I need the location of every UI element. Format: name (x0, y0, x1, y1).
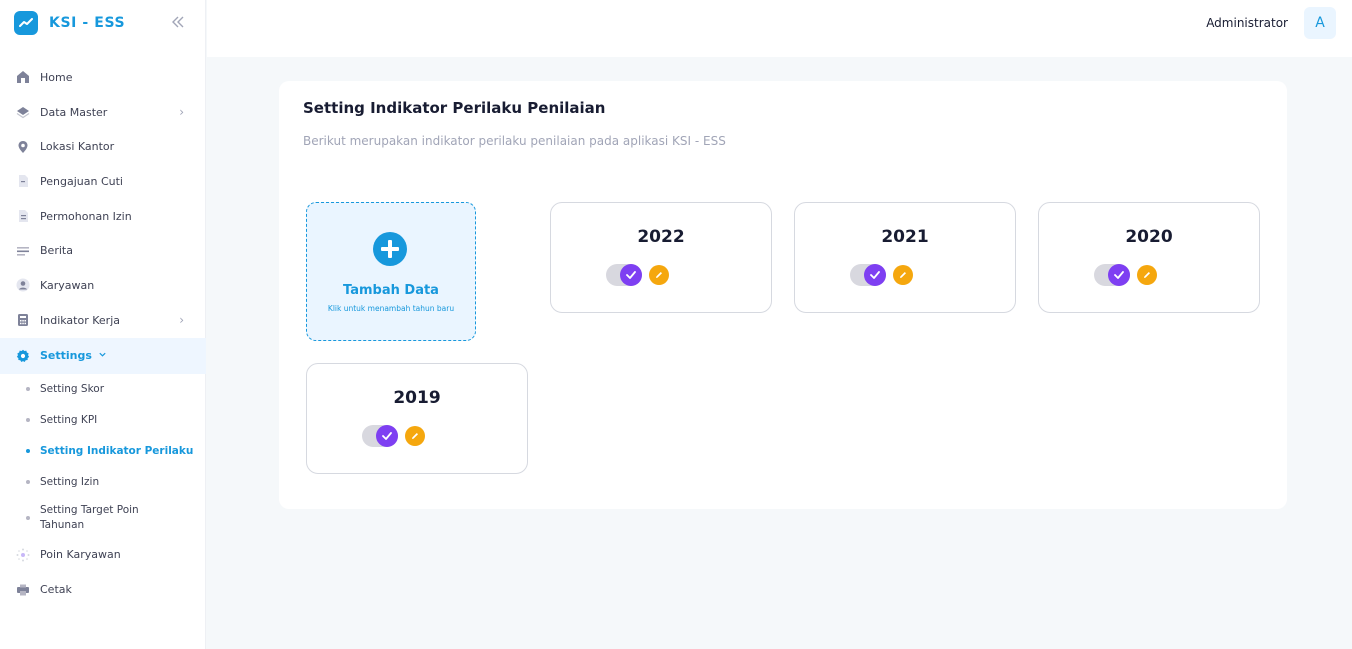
brand: KSI - ESS (0, 0, 205, 46)
add-data-label: Tambah Data (343, 283, 439, 298)
edit-pencil-icon[interactable] (1137, 265, 1157, 285)
sidebar-item-label: Indikator Kerja (40, 313, 120, 327)
submenu-label: Setting KPI (40, 414, 98, 426)
add-data-hint: Klik untuk menambah tahun baru (327, 304, 455, 313)
edit-pencil-icon[interactable] (405, 426, 425, 446)
year-card: 2019 (306, 363, 528, 474)
chevron-right-icon: › (179, 105, 184, 120)
edit-pencil-icon[interactable] (893, 265, 913, 285)
sidebar-item-data-master[interactable]: Data Master › (0, 95, 206, 130)
sidebar-item-permohonan-izin[interactable]: Permohonan Izin (0, 199, 206, 234)
active-toggle[interactable] (850, 264, 886, 286)
sidebar-item-label: Berita (40, 244, 73, 258)
user-avatar-icon (16, 278, 30, 292)
submenu-label: Setting Target Poin Tahunan (40, 503, 139, 531)
news-lines-icon (16, 244, 30, 258)
year-card: 2022 (550, 202, 772, 313)
edit-pencil-icon[interactable] (649, 265, 669, 285)
sidebar-item-label: Pengajuan Cuti (40, 174, 123, 188)
document-text-icon (16, 209, 30, 223)
brand-logo-icon (14, 11, 38, 35)
sidebar-item-lokasi-kantor[interactable]: Lokasi Kantor (0, 129, 206, 164)
location-pin-icon (16, 140, 30, 154)
sidebar-item-settings[interactable]: Settings (0, 337, 206, 374)
sidebar-item-label: Data Master (40, 105, 108, 119)
page-subtitle: Berikut merupakan indikator perilaku pen… (303, 134, 726, 148)
sidebar-item-home[interactable]: Home (0, 60, 206, 95)
sidebar-item-label: Cetak (40, 583, 72, 597)
check-icon (864, 264, 886, 286)
sidebar-item-label: Permohonan Izin (40, 209, 132, 223)
submenu-label: Setting Indikator Perilaku (40, 445, 194, 457)
year-card: 2021 (794, 202, 1016, 313)
add-year-card[interactable]: Tambah Data Klik untuk menambah tahun ba… (306, 202, 476, 341)
year-card: 2020 (1038, 202, 1260, 313)
active-toggle[interactable] (606, 264, 642, 286)
submenu-setting-target-poin-tahunan[interactable]: Setting Target Poin Tahunan (0, 498, 206, 538)
content-card: Setting Indikator Perilaku Penilaian Ber… (279, 81, 1287, 509)
sidebar-item-label: Poin Karyawan (40, 548, 121, 562)
sidebar-item-label: Settings (40, 349, 92, 362)
calculator-icon (16, 313, 30, 327)
avatar[interactable]: A (1304, 7, 1336, 39)
sidebar-item-label: Karyawan (40, 278, 95, 292)
printer-icon (16, 583, 30, 597)
active-toggle[interactable] (1094, 264, 1130, 286)
sidebar-item-poin-karyawan[interactable]: Poin Karyawan (0, 538, 206, 573)
sidebar-item-berita[interactable]: Berita (0, 233, 206, 268)
brand-name: KSI - ESS (49, 15, 126, 31)
submenu-setting-indikator-perilaku[interactable]: Setting Indikator Perilaku (0, 436, 206, 467)
sidebar-item-label: Home (40, 70, 73, 84)
year-title: 2022 (637, 227, 685, 247)
check-icon (620, 264, 642, 286)
sidebar: KSI - ESS Home Data Master › Lokasi Kant… (0, 0, 206, 649)
submenu-setting-kpi[interactable]: Setting KPI (0, 405, 206, 436)
sidebar-item-indikator-kerja[interactable]: Indikator Kerja › (0, 303, 206, 338)
document-icon (16, 174, 30, 188)
chevron-right-icon: › (179, 313, 184, 328)
submenu-label: Setting Izin (40, 476, 100, 488)
sidebar-item-label: Lokasi Kantor (40, 140, 115, 154)
gear-icon (16, 349, 30, 363)
submenu-setting-izin[interactable]: Setting Izin (0, 467, 206, 498)
year-title: 2020 (1125, 227, 1173, 247)
user-name[interactable]: Administrator (1206, 16, 1288, 30)
page-title: Setting Indikator Perilaku Penilaian (303, 99, 606, 117)
submenu-label: Setting Skor (40, 383, 105, 395)
sidebar-item-karyawan[interactable]: Karyawan (0, 268, 206, 303)
layers-icon (16, 105, 30, 119)
sidebar-item-cetak[interactable]: Cetak (0, 572, 206, 607)
plus-icon (373, 232, 407, 266)
top-header: Administrator A (207, 0, 1352, 57)
check-icon (376, 425, 398, 447)
active-toggle[interactable] (362, 425, 398, 447)
sidebar-item-pengajuan-cuti[interactable]: Pengajuan Cuti (0, 164, 206, 199)
year-title: 2019 (393, 388, 441, 408)
check-icon (1108, 264, 1130, 286)
sidebar-menu: Home Data Master › Lokasi Kantor Pengaju… (0, 60, 206, 607)
chevron-down-icon (98, 350, 107, 362)
sparkle-icon (16, 548, 30, 562)
year-title: 2021 (881, 227, 929, 247)
submenu-setting-skor[interactable]: Setting Skor (0, 374, 206, 405)
home-icon (16, 70, 30, 84)
collapse-sidebar-icon[interactable] (171, 14, 185, 33)
